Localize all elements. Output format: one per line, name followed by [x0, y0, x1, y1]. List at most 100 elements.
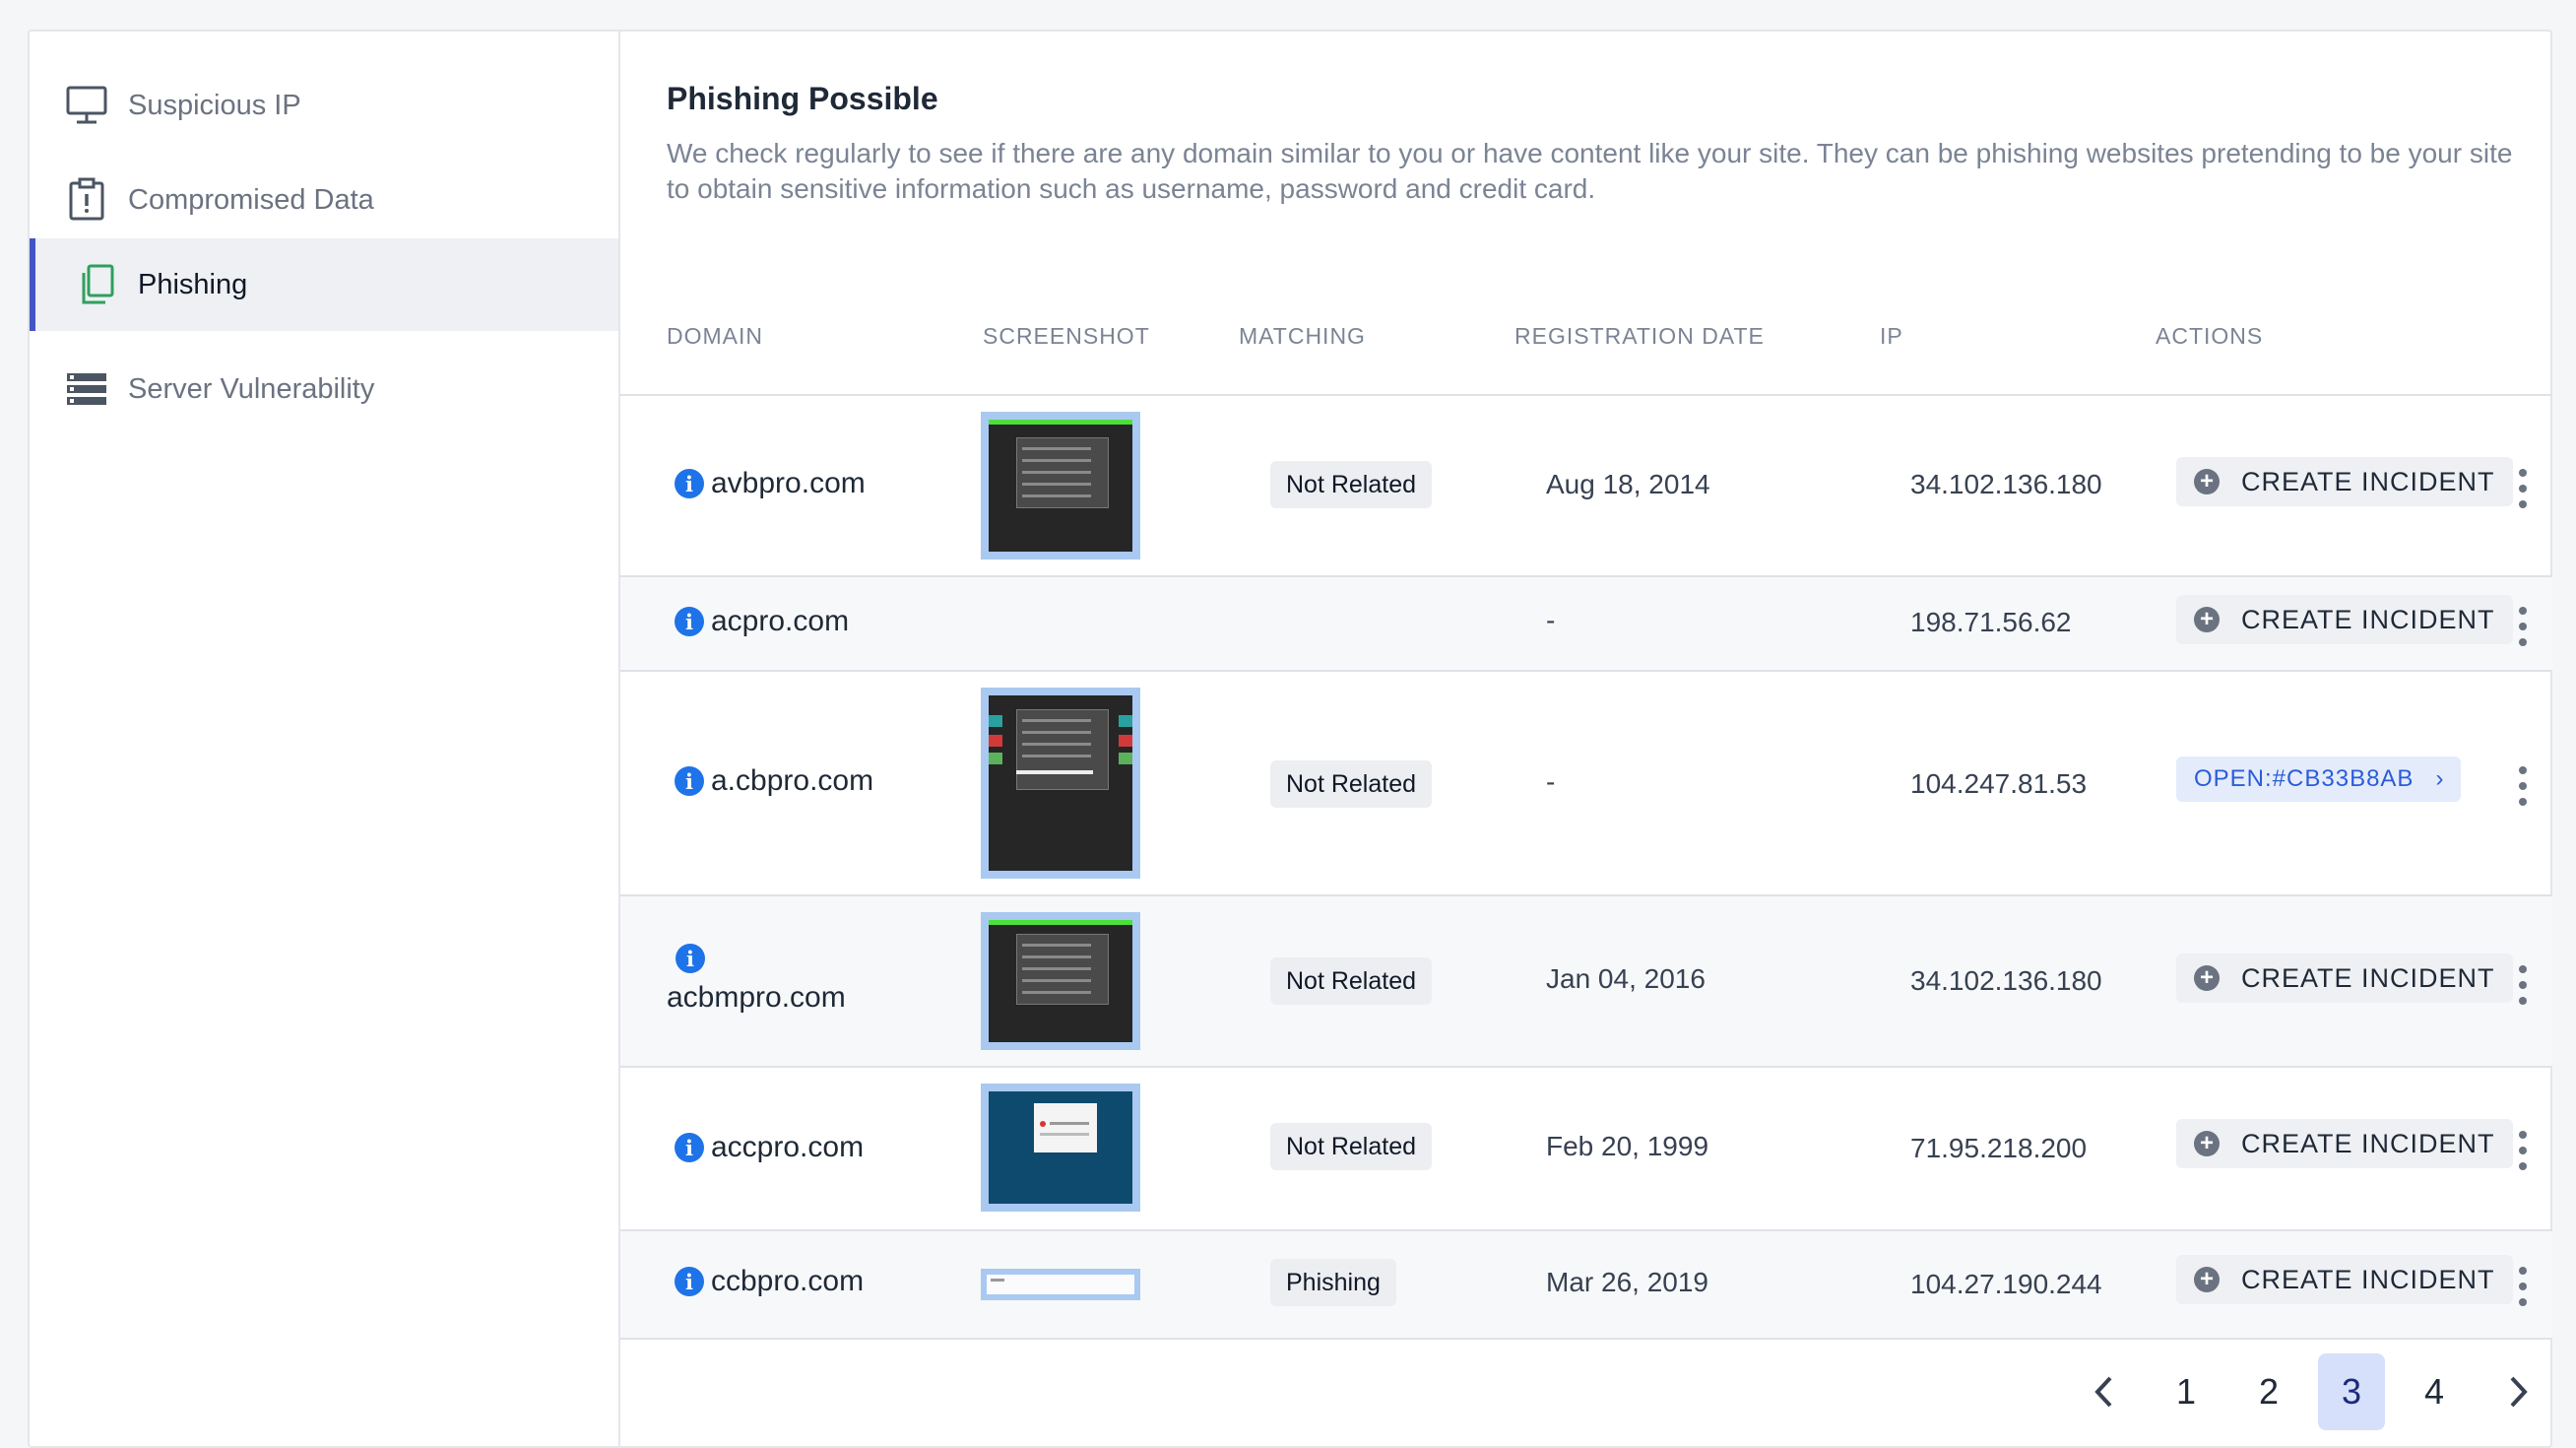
screenshot-thumbnail[interactable] [981, 912, 1140, 1050]
domain-link[interactable]: ccbpro.com [711, 1265, 864, 1298]
sidebar-item-server-vulnerability[interactable]: Server Vulnerability [30, 343, 618, 435]
registration-date: - [1546, 605, 1556, 635]
ip-address: 71.95.218.200 [1910, 1133, 2088, 1163]
table-row: i accpro.com Not Related Feb 20, 1999 71… [620, 1068, 2552, 1231]
monitor-icon [63, 82, 110, 129]
domain-link[interactable]: avbpro.com [711, 467, 866, 500]
prev-page-button[interactable] [2070, 1353, 2137, 1430]
domain-link[interactable]: accpro.com [711, 1131, 864, 1164]
button-label: CREATE INCIDENT [2241, 1264, 2495, 1294]
more-options-icon[interactable] [2511, 469, 2535, 508]
page-button-4[interactable]: 4 [2401, 1353, 2468, 1430]
app-frame: Suspicious IP Compromised Data Phishing … [28, 30, 2552, 1448]
screenshot-thumbnail[interactable] [981, 412, 1140, 559]
more-options-icon[interactable] [2511, 1131, 2535, 1170]
sidebar-item-label: Server Vulnerability [128, 372, 375, 405]
plus-icon: + [2194, 1131, 2220, 1156]
main-panel: Phishing Possible We check regularly to … [620, 32, 2552, 1446]
copy-icon [73, 261, 120, 308]
domain-cell: i a.cbpro.com [675, 764, 873, 798]
chevron-right-icon [2510, 1376, 2528, 1408]
domain-cell: i acbmpro.com [667, 944, 883, 1015]
create-incident-button[interactable]: + CREATE INCIDENT [2176, 1255, 2513, 1304]
ip-address: 198.71.56.62 [1910, 607, 2072, 637]
pagination: 1 2 3 4 [620, 1353, 2552, 1432]
create-incident-button[interactable]: + CREATE INCIDENT [2176, 457, 2513, 506]
more-options-icon[interactable] [2511, 766, 2535, 806]
create-incident-button[interactable]: + CREATE INCIDENT [2176, 954, 2513, 1003]
info-icon[interactable]: i [675, 1133, 704, 1162]
ip-address: 104.247.81.53 [1910, 768, 2088, 799]
server-icon [63, 365, 110, 413]
page-button-2[interactable]: 2 [2235, 1353, 2302, 1430]
info-icon[interactable]: i [676, 944, 705, 973]
plus-icon: + [2194, 607, 2220, 632]
info-icon[interactable]: i [675, 469, 704, 498]
page-title: Phishing Possible [667, 81, 938, 116]
sidebar-item-label: Compromised Data [128, 183, 374, 216]
button-label: CREATE INCIDENT [2241, 1128, 2495, 1158]
matching-badge: Not Related [1270, 760, 1433, 808]
screenshot-thumbnail[interactable] [981, 1084, 1140, 1212]
page-description: We check regularly to see if there are a… [667, 138, 2513, 204]
column-header-ip: IP [1880, 323, 1903, 349]
matching-badge: Not Related [1270, 957, 1433, 1005]
sidebar-item-phishing[interactable]: Phishing [30, 238, 618, 331]
matching-badge: Phishing [1270, 1259, 1396, 1306]
table-row: i acbmpro.com Not Related Jan 04, 2016 3… [620, 896, 2552, 1068]
screenshot-thumbnail[interactable] [981, 1269, 1140, 1300]
plus-icon: + [2194, 965, 2220, 991]
column-header-matching: MATCHING [1239, 323, 1366, 349]
chevron-right-icon: › [2435, 765, 2444, 792]
domain-link[interactable]: a.cbpro.com [711, 764, 873, 798]
domain-link[interactable]: acbmpro.com [667, 981, 883, 1015]
registration-date: Feb 20, 1999 [1546, 1131, 1709, 1161]
plus-icon: + [2194, 469, 2220, 494]
next-page-button[interactable] [2485, 1353, 2552, 1430]
more-options-icon[interactable] [2511, 965, 2535, 1005]
domain-cell: i avbpro.com [675, 467, 866, 500]
domain-cell: i ccbpro.com [675, 1265, 864, 1298]
table-row: i ccbpro.com Phishing Mar 26, 2019 104.2… [620, 1231, 2552, 1340]
table-row: i a.cbpro.com Not Related - 104.247.81.5… [620, 672, 2552, 896]
screenshot-thumbnail[interactable] [981, 688, 1140, 879]
button-label: OPEN:#CB33B8AB [2194, 765, 2415, 792]
table-row: i avbpro.com Not Related Aug 18, 2014 34… [620, 396, 2552, 577]
page-button-1[interactable]: 1 [2153, 1353, 2220, 1430]
domain-cell: i accpro.com [675, 1131, 864, 1164]
column-header-screenshot: SCREENSHOT [983, 323, 1150, 349]
table-row: i acpro.com - 198.71.56.62 + CREATE INCI… [620, 577, 2552, 672]
matching-badge: Not Related [1270, 1123, 1433, 1170]
registration-date: Aug 18, 2014 [1546, 469, 1710, 499]
registration-date: Jan 04, 2016 [1546, 963, 1706, 994]
page-button-3[interactable]: 3 [2318, 1353, 2385, 1430]
domain-link[interactable]: acpro.com [711, 605, 849, 638]
info-icon[interactable]: i [675, 766, 704, 796]
button-label: CREATE INCIDENT [2241, 604, 2495, 634]
column-header-actions: ACTIONS [2156, 323, 2264, 349]
column-header-domain: DOMAIN [667, 323, 763, 349]
table-header: DOMAIN SCREENSHOT MATCHING REGISTRATION … [620, 296, 2552, 396]
sidebar-item-compromised-data[interactable]: Compromised Data [30, 154, 618, 246]
info-icon[interactable]: i [675, 1267, 704, 1296]
registration-date: Mar 26, 2019 [1546, 1267, 1708, 1297]
column-header-registration-date: REGISTRATION DATE [1514, 323, 1765, 349]
button-label: CREATE INCIDENT [2241, 466, 2495, 496]
matching-badge: Not Related [1270, 461, 1433, 508]
more-options-icon[interactable] [2511, 607, 2535, 646]
open-incident-link[interactable]: OPEN:#CB33B8AB › [2176, 757, 2462, 802]
sidebar-item-label: Phishing [138, 268, 248, 300]
sidebar-item-suspicious-ip[interactable]: Suspicious IP [30, 59, 618, 152]
plus-icon: + [2194, 1267, 2220, 1292]
sidebar-item-label: Suspicious IP [128, 89, 301, 121]
create-incident-button[interactable]: + CREATE INCIDENT [2176, 595, 2513, 644]
ip-address: 34.102.136.180 [1910, 965, 2102, 996]
clipboard-alert-icon [63, 176, 110, 224]
ip-address: 34.102.136.180 [1910, 469, 2102, 499]
more-options-icon[interactable] [2511, 1267, 2535, 1306]
button-label: CREATE INCIDENT [2241, 962, 2495, 993]
ip-address: 104.27.190.244 [1910, 1269, 2102, 1299]
info-icon[interactable]: i [675, 607, 704, 636]
registration-date: - [1546, 766, 1556, 797]
create-incident-button[interactable]: + CREATE INCIDENT [2176, 1119, 2513, 1168]
